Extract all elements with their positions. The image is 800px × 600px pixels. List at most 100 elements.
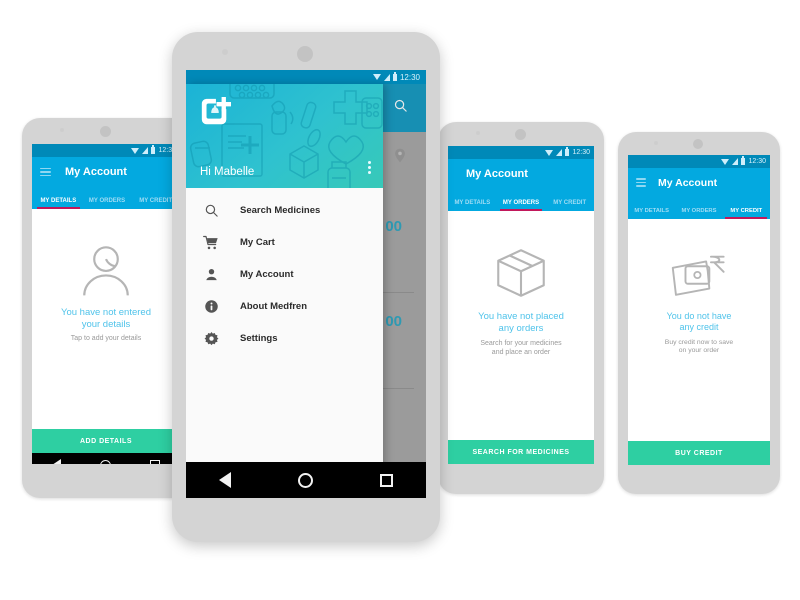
front-camera: [654, 141, 658, 145]
front-camera: [60, 128, 64, 132]
hamburger-menu-icon[interactable]: [40, 166, 51, 179]
person-icon: [200, 267, 222, 282]
empty-title: You have not entered your details: [61, 307, 151, 330]
status-bar: 12:30: [186, 70, 426, 84]
home-icon[interactable]: [297, 472, 313, 488]
kebab-menu-icon[interactable]: [368, 161, 371, 174]
status-icons: 12:30: [721, 156, 766, 165]
tab-my-credit[interactable]: MY CREDIT: [545, 200, 594, 211]
tab-my-orders[interactable]: MY ORDERS: [675, 208, 722, 219]
drawer-item-label: My Account: [240, 268, 294, 280]
phone-my-orders: 12:30 My Account MY DETAILS MY ORDERS MY…: [438, 122, 604, 494]
empty-subtitle: Tap to add your details: [70, 334, 142, 342]
wifi-icon: [545, 149, 554, 156]
hamburger-menu-icon[interactable]: [636, 176, 646, 188]
system-nav-bar: [186, 462, 426, 498]
drawer-item-search-medicines[interactable]: Search Medicines: [186, 194, 383, 226]
search-icon[interactable]: [393, 98, 408, 113]
back-icon[interactable]: [51, 459, 61, 464]
tab-label: MY CREDIT: [730, 208, 763, 214]
tab-label: MY DETAILS: [634, 208, 669, 214]
cta-add-details[interactable]: ADD DETAILS: [32, 429, 180, 453]
status-bar: 12:30: [628, 155, 770, 168]
battery-icon: [565, 147, 570, 156]
medfren-logo-icon: [199, 96, 231, 128]
wifi-icon: [721, 158, 730, 165]
navigation-drawer: Hi Mabelle Search Medicines My Cart My A…: [186, 84, 383, 498]
empty-subtitle: Search for your medicines and place an o…: [480, 339, 562, 356]
drawer-greeting: Hi Mabelle: [200, 166, 255, 178]
phone-my-details: 12:30 My Account MY DETAILS MY ORDERS MY…: [22, 118, 190, 498]
back-icon[interactable]: [219, 472, 232, 488]
recents-icon[interactable]: [150, 460, 161, 464]
signal-icon: [732, 158, 739, 165]
drawer-item-my-cart[interactable]: My Cart: [186, 226, 383, 258]
cta-label: ADD DETAILS: [79, 437, 133, 445]
battery-icon: [392, 71, 397, 81]
screen-nav-drawer: 00 00 12:30 Hi Mabelle Search Medicines …: [186, 70, 426, 498]
tab-bar: MY DETAILS MY ORDERS MY CREDIT: [32, 187, 180, 209]
home-icon[interactable]: [99, 459, 111, 464]
tab-label: MY ORDERS: [88, 198, 126, 204]
status-bar: 12:30: [448, 146, 594, 159]
location-pin-icon[interactable]: [394, 148, 406, 163]
status-bar: 12:30: [32, 144, 180, 157]
system-nav-bar: [32, 453, 180, 464]
wallet-rupee-icon: [671, 255, 725, 296]
tab-my-details[interactable]: MY DETAILS: [628, 208, 675, 219]
gear-icon: [200, 331, 222, 346]
earpiece-speaker: [693, 139, 703, 149]
screen-my-credit: 12:30 My Account MY DETAILS MY ORDERS MY…: [628, 155, 770, 465]
empty-title: You do not have any credit: [666, 311, 732, 333]
clock: 12:30: [399, 72, 420, 82]
tab-label: MY CREDIT: [139, 198, 173, 204]
signal-icon: [556, 149, 563, 156]
screen-my-details: 12:30 My Account MY DETAILS MY ORDERS MY…: [32, 144, 180, 464]
app-bar: My Account: [32, 157, 180, 187]
battery-icon: [151, 145, 156, 154]
status-icons: 12:30: [545, 147, 590, 156]
search-icon: [200, 203, 222, 218]
drawer-item-about-medfren[interactable]: About Medfren: [186, 290, 383, 322]
tab-label: MY DETAILS: [454, 200, 491, 206]
phone-my-credit: 12:30 My Account MY DETAILS MY ORDERS MY…: [618, 132, 780, 494]
wifi-icon: [131, 147, 140, 154]
drawer-header: Hi Mabelle: [186, 84, 383, 188]
page-title: My Account: [466, 168, 528, 180]
app-bar: My Account: [448, 159, 594, 189]
app-bar: My Account: [628, 168, 770, 197]
person-icon: [83, 246, 129, 296]
earpiece-speaker: [515, 129, 526, 140]
wifi-icon: [372, 74, 381, 80]
clock: 12:30: [748, 158, 766, 165]
front-camera: [222, 49, 228, 55]
empty-state-my-credit: You do not have any credit Buy credit no…: [628, 219, 770, 441]
front-camera: [476, 131, 480, 135]
signal-icon: [142, 147, 149, 154]
cta-label: BUY CREDIT: [675, 449, 723, 457]
info-icon: [200, 299, 222, 314]
tab-my-details[interactable]: MY DETAILS: [34, 198, 83, 209]
drawer-item-my-account[interactable]: My Account: [186, 258, 383, 290]
cta-label: SEARCH FOR MEDICINES: [472, 448, 570, 456]
status-icons: 12:30: [372, 71, 420, 82]
tab-my-details[interactable]: MY DETAILS: [448, 200, 497, 211]
recents-icon[interactable]: [379, 473, 393, 487]
cta-buy-credit[interactable]: BUY CREDIT: [628, 441, 770, 465]
status-icons: 12:30: [131, 145, 176, 154]
screenshot-stage: 12:30 My Account MY DETAILS MY ORDERS MY…: [0, 0, 800, 600]
page-title: My Account: [658, 176, 718, 189]
cta-search-for-medicines[interactable]: SEARCH FOR MEDICINES: [448, 440, 594, 464]
tab-my-credit[interactable]: MY CREDIT: [723, 208, 770, 219]
tab-bar: MY DETAILS MY ORDERS MY CREDIT: [448, 189, 594, 211]
tab-my-orders[interactable]: MY ORDERS: [497, 200, 546, 211]
empty-subtitle: Buy credit now to save on your order: [664, 338, 734, 354]
tab-label: MY ORDERS: [681, 208, 717, 214]
drawer-menu-list: Search Medicines My Cart My Account Abou…: [186, 188, 383, 498]
tab-bar: MY DETAILS MY ORDERS MY CREDIT: [628, 197, 770, 219]
tab-my-orders[interactable]: MY ORDERS: [83, 198, 132, 209]
phone-nav-drawer: 00 00 12:30 Hi Mabelle Search Medicines …: [172, 32, 440, 542]
empty-state-my-details: You have not entered your details Tap to…: [32, 209, 180, 429]
drawer-item-settings[interactable]: Settings: [186, 322, 383, 354]
empty-state-my-orders: You have not placed any orders Search fo…: [448, 211, 594, 440]
